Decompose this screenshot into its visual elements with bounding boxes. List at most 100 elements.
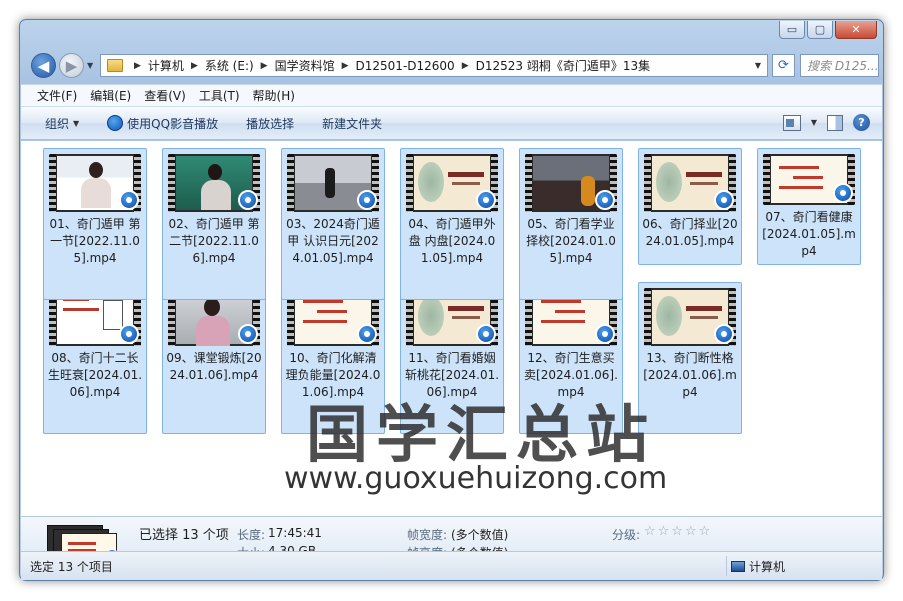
video-thumbnail bbox=[406, 154, 498, 212]
new-folder-button[interactable]: 新建文件夹 bbox=[322, 115, 382, 132]
file-name: 04、奇门遁甲外盘 内盘[2024.01.05].mp4 bbox=[408, 217, 496, 265]
organize-label: 组织 bbox=[45, 116, 70, 131]
status-bar: 选定 13 个项目 计算机 bbox=[21, 551, 882, 580]
rating-stars[interactable]: ☆☆☆☆☆ bbox=[644, 524, 712, 539]
length-label: 长度: bbox=[237, 528, 266, 542]
file-list: 13、奇门断性格[2024.01.06].mp4 12、奇门生意买卖[2024.0… bbox=[21, 141, 882, 516]
menu-help[interactable]: 帮助(H) bbox=[253, 87, 295, 104]
qq-player-icon bbox=[595, 324, 615, 344]
chevron-down-icon: ▼ bbox=[73, 118, 80, 128]
breadcrumb-separator-icon[interactable]: ▶ bbox=[191, 61, 198, 71]
play-selection-button[interactable]: 播放选择 bbox=[246, 115, 294, 132]
address-dropdown-icon[interactable]: ▼ bbox=[755, 61, 761, 70]
command-bar: 组织 ▼ 使用QQ影音播放 播放选择 新建文件夹 ▼ ? bbox=[21, 106, 882, 140]
play-selection-label: 播放选择 bbox=[246, 116, 295, 131]
breadcrumb-computer[interactable]: 计算机 bbox=[148, 57, 184, 74]
folder-icon bbox=[107, 59, 123, 72]
window-controls: ▭ ▢ ✕ bbox=[779, 21, 877, 39]
menu-edit[interactable]: 编辑(E) bbox=[90, 87, 131, 104]
qq-player-icon bbox=[476, 190, 496, 210]
close-button[interactable]: ✕ bbox=[835, 21, 877, 39]
file-name: 01、奇门遁甲 第一节[2022.11.05].mp4 bbox=[49, 217, 141, 265]
status-location-label: 计算机 bbox=[749, 559, 786, 574]
file-item[interactable]: 01、奇门遁甲 第一节[2022.11.05].mp4 bbox=[43, 148, 147, 300]
qq-player-icon bbox=[107, 115, 124, 131]
file-name: 06、奇门择业[2024.01.05].mp4 bbox=[642, 217, 738, 248]
file-item[interactable]: 07、奇门看健康[2024.01.05].mp4 bbox=[757, 148, 861, 265]
qq-player-icon bbox=[714, 190, 734, 210]
qq-player-icon bbox=[238, 190, 258, 210]
file-name: 02、奇门遁甲 第二节[2022.11.06].mp4 bbox=[168, 217, 260, 265]
selected-count: 已选择 13 个项 bbox=[139, 528, 229, 543]
file-item[interactable]: 08、奇门十二长生旺衰[2024.01.06].mp4 bbox=[43, 282, 147, 434]
minimize-button[interactable]: ▭ bbox=[779, 21, 805, 39]
video-thumbnail bbox=[49, 154, 141, 212]
file-name: 08、奇门十二长生旺衰[2024.01.06].mp4 bbox=[47, 351, 143, 399]
play-with-qq-button[interactable]: 使用QQ影音播放 bbox=[107, 115, 218, 132]
file-item[interactable]: 04、奇门遁甲外盘 内盘[2024.01.05].mp4 bbox=[400, 148, 504, 300]
breadcrumb-drive[interactable]: 系统 (E:) bbox=[205, 57, 254, 74]
qq-player-icon bbox=[238, 324, 258, 344]
search-placeholder: 搜索 D125... bbox=[807, 59, 879, 73]
menu-tools[interactable]: 工具(T) bbox=[199, 87, 240, 104]
computer-icon bbox=[731, 560, 745, 572]
status-location: 计算机 bbox=[726, 556, 785, 576]
breadcrumb-library[interactable]: 国学资料馆 bbox=[275, 57, 335, 74]
video-thumbnail bbox=[644, 154, 736, 212]
file-item[interactable]: 02、奇门遁甲 第二节[2022.11.06].mp4 bbox=[162, 148, 266, 300]
preview-pane-icon[interactable] bbox=[827, 114, 843, 131]
file-item[interactable]: 06、奇门择业[2024.01.05].mp4 bbox=[638, 148, 742, 265]
change-view-icon[interactable] bbox=[782, 114, 801, 131]
breadcrumb-separator-icon[interactable]: ▶ bbox=[462, 61, 469, 71]
help-icon[interactable]: ? bbox=[853, 114, 870, 131]
view-dropdown-icon[interactable]: ▼ bbox=[811, 118, 817, 127]
qq-player-icon bbox=[119, 190, 139, 210]
organize-button[interactable]: 组织 ▼ bbox=[45, 115, 79, 132]
video-thumbnail bbox=[168, 154, 260, 212]
view-controls: ▼ ? bbox=[782, 114, 870, 131]
breadcrumb-separator-icon[interactable]: ▶ bbox=[261, 61, 268, 71]
back-button[interactable]: ◀ bbox=[31, 53, 56, 78]
explorer-window: ▭ ▢ ✕ ◀ ▶ ▼ ▶ 计算机 ▶ 系统 (E:) ▶ 国学资料馆 ▶ D1… bbox=[19, 19, 884, 581]
length-value: 17:45:41 bbox=[268, 526, 322, 540]
breadcrumb-separator-icon[interactable]: ▶ bbox=[342, 61, 349, 71]
qq-player-icon bbox=[833, 183, 853, 203]
qq-player-icon bbox=[119, 324, 139, 344]
qq-player-icon bbox=[595, 190, 615, 210]
navigation-bar: ◀ ▶ ▼ ▶ 计算机 ▶ 系统 (E:) ▶ 国学资料馆 ▶ D12501-D… bbox=[28, 50, 879, 80]
new-folder-label: 新建文件夹 bbox=[322, 116, 383, 131]
breadcrumb-current[interactable]: D12523 翊桐《奇门遁甲》13集 bbox=[476, 57, 651, 74]
file-item[interactable]: 05、奇门看学业择校[2024.01.05].mp4 bbox=[519, 148, 623, 300]
qq-player-icon bbox=[357, 190, 377, 210]
video-thumbnail bbox=[525, 154, 617, 212]
refresh-button[interactable]: ⟳ bbox=[772, 54, 795, 77]
video-thumbnail bbox=[644, 288, 736, 346]
file-name: 03、2024奇门遁甲 认识日元[2024.01.05].mp4 bbox=[286, 217, 380, 265]
watermark-url: www.guoxuehuizong.com bbox=[284, 461, 668, 496]
file-item[interactable]: 03、2024奇门遁甲 认识日元[2024.01.05].mp4 bbox=[281, 148, 385, 300]
file-name: 05、奇门看学业择校[2024.01.05].mp4 bbox=[526, 217, 616, 265]
menu-view[interactable]: 查看(V) bbox=[144, 87, 186, 104]
play-with-qq-label: 使用QQ影音播放 bbox=[127, 116, 219, 131]
menu-file[interactable]: 文件(F) bbox=[37, 87, 77, 104]
breadcrumb-separator-icon[interactable]: ▶ bbox=[134, 61, 141, 71]
history-dropdown-icon[interactable]: ▼ bbox=[87, 61, 93, 70]
frame-width-value: (多个数值) bbox=[451, 528, 509, 542]
rating-label: 分级: bbox=[612, 528, 641, 542]
video-thumbnail bbox=[763, 154, 855, 205]
file-item[interactable]: 09、课堂锻炼[2024.01.06].mp4 bbox=[162, 282, 266, 434]
search-icon[interactable]: ⌕ bbox=[878, 58, 879, 73]
file-name: 07、奇门看健康[2024.01.05].mp4 bbox=[762, 210, 856, 258]
video-thumbnail bbox=[287, 154, 379, 212]
qq-player-icon bbox=[357, 324, 377, 344]
address-bar[interactable]: ▶ 计算机 ▶ 系统 (E:) ▶ 国学资料馆 ▶ D12501-D12600 … bbox=[100, 54, 768, 77]
file-name: 09、课堂锻炼[2024.01.06].mp4 bbox=[166, 351, 262, 382]
status-selection: 选定 13 个项目 bbox=[30, 559, 113, 574]
qq-player-icon bbox=[714, 324, 734, 344]
menu-bar: 文件(F) 编辑(E) 查看(V) 工具(T) 帮助(H) bbox=[21, 84, 882, 106]
qq-player-icon bbox=[476, 324, 496, 344]
forward-button[interactable]: ▶ bbox=[59, 53, 84, 78]
maximize-button[interactable]: ▢ bbox=[807, 21, 833, 39]
breadcrumb-range[interactable]: D12501-D12600 bbox=[356, 59, 455, 73]
search-input[interactable]: 搜索 D125... ⌕ bbox=[800, 54, 879, 77]
